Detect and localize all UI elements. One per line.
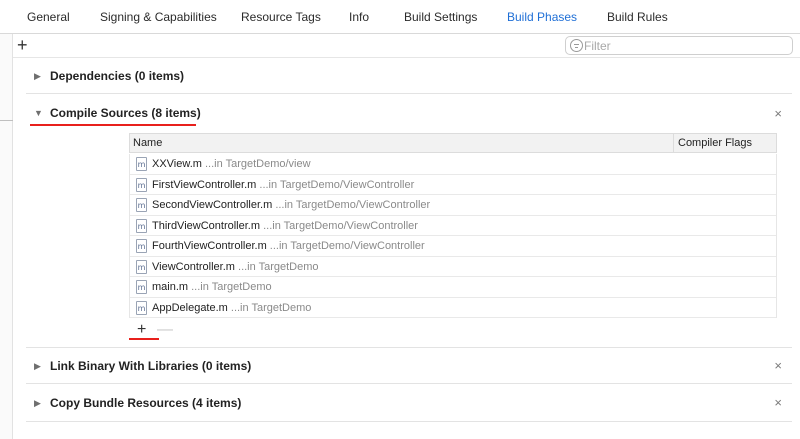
phases-toolbar: +: [13, 34, 800, 58]
table-row[interactable]: m SecondViewController.m ...in TargetDemo…: [130, 195, 776, 216]
source-file-icon: m: [136, 300, 147, 315]
file-name: ViewController.m: [152, 260, 235, 273]
phase-header-compile-sources[interactable]: ▼ Compile Sources (8 items) ×: [26, 104, 792, 124]
file-name: main.m: [152, 281, 189, 293]
disclosure-collapsed-icon[interactable]: ▶: [34, 71, 41, 82]
column-header-name[interactable]: Name: [133, 137, 162, 149]
add-file-button[interactable]: +: [137, 321, 146, 339]
close-icon[interactable]: ×: [774, 106, 782, 121]
source-file-icon: m: [136, 239, 147, 253]
table-row[interactable]: m main.m ...in TargetDemo: [130, 277, 776, 298]
column-header-compiler-flags[interactable]: Compiler Flags: [678, 137, 752, 149]
file-path: ...in TargetDemo/view: [205, 158, 311, 170]
phase-title-compile-sources[interactable]: Compile Sources (8 items): [50, 106, 201, 120]
filter-icon: [570, 39, 583, 52]
disclosure-collapsed-icon[interactable]: ▶: [34, 361, 41, 372]
phase-header-copy-bundle[interactable]: ▶ Copy Bundle Resources (4 items) ×: [26, 394, 792, 414]
left-gutter: [0, 34, 13, 439]
table-row[interactable]: m FirstViewController.m ...in TargetDemo/…: [130, 175, 776, 195]
filter-input[interactable]: [584, 38, 784, 53]
table-row[interactable]: m XXView.m ...in TargetDemo/view: [130, 154, 776, 175]
table-row[interactable]: m FourthViewController.m ...in TargetDemo…: [130, 236, 776, 257]
file-name: ThirdViewController.m: [152, 219, 261, 232]
source-file-icon: m: [136, 177, 147, 192]
phase-copy-bundle-resources: ▶ Copy Bundle Resources (4 items) ×: [26, 384, 792, 422]
remove-file-button[interactable]: —: [157, 321, 173, 339]
tab-general[interactable]: General: [27, 10, 70, 24]
file-name: XXView.m: [152, 158, 202, 170]
disclosure-collapsed-icon[interactable]: ▶: [34, 398, 41, 409]
table-row[interactable]: m ViewController.m ...in TargetDemo: [130, 257, 776, 277]
file-path: ...in TargetDemo: [230, 301, 312, 314]
file-name: AppDelegate.m: [152, 301, 228, 314]
tab-build-rules[interactable]: Build Rules: [607, 10, 668, 24]
file-path: ...in TargetDemo/ViewController: [269, 240, 425, 252]
compile-sources-table: Name Compiler Flags m XXView.m ...in Targ…: [129, 133, 777, 319]
file-path: ...in TargetDemo: [191, 281, 272, 293]
file-name: FirstViewController.m: [152, 178, 257, 191]
source-file-icon: m: [136, 198, 147, 212]
file-path: ...in TargetDemo/ViewController: [259, 178, 415, 191]
add-build-phase-button[interactable]: +: [17, 35, 28, 55]
table-row[interactable]: m ThirdViewController.m ...in TargetDemo/…: [130, 216, 776, 236]
tab-signing-capabilities[interactable]: Signing & Capabilities: [100, 10, 217, 24]
close-icon[interactable]: ×: [774, 358, 782, 373]
tab-info[interactable]: Info: [349, 10, 369, 24]
phase-title-link-binary[interactable]: Link Binary With Libraries (0 items): [50, 359, 251, 373]
source-file-icon: m: [136, 280, 147, 294]
table-row[interactable]: m AppDelegate.m ...in TargetDemo: [130, 298, 776, 318]
tab-bar: General Signing & Capabilities Resource …: [0, 0, 800, 34]
tab-build-phases[interactable]: Build Phases: [507, 10, 577, 24]
file-path: ...in TargetDemo/ViewController: [275, 199, 431, 211]
phase-header-link-binary[interactable]: ▶ Link Binary With Libraries (0 items) ×: [26, 357, 792, 377]
table-rows: m XXView.m ...in TargetDemo/view m FirstVi…: [129, 154, 777, 318]
tab-resource-tags[interactable]: Resource Tags: [241, 10, 321, 24]
column-divider[interactable]: [673, 134, 674, 153]
filter-field[interactable]: [565, 36, 793, 55]
source-file-icon: m: [136, 157, 147, 171]
tab-build-settings[interactable]: Build Settings: [404, 10, 477, 24]
file-path: ...in TargetDemo: [238, 260, 319, 273]
disclosure-expanded-icon[interactable]: ▼: [34, 108, 43, 118]
file-name: FourthViewController.m: [152, 240, 267, 252]
phase-link-binary: ▶ Link Binary With Libraries (0 items) ×: [26, 348, 792, 384]
table-header: Name Compiler Flags: [129, 133, 777, 153]
phase-title-copy-bundle[interactable]: Copy Bundle Resources (4 items): [50, 396, 241, 410]
gutter-divider: [0, 120, 13, 121]
source-file-icon: m: [136, 218, 147, 233]
phase-header-dependencies[interactable]: ▶ Dependencies (0 items): [26, 67, 792, 87]
file-name: SecondViewController.m: [152, 199, 273, 211]
phase-dependencies: ▶ Dependencies (0 items): [26, 58, 792, 94]
file-path: ...in TargetDemo/ViewController: [263, 219, 418, 232]
annotation-underline-title: [30, 124, 196, 126]
source-file-icon: m: [136, 259, 147, 274]
annotation-underline-add: [129, 338, 159, 340]
close-icon[interactable]: ×: [774, 395, 782, 410]
phase-title-dependencies[interactable]: Dependencies (0 items): [50, 69, 184, 83]
